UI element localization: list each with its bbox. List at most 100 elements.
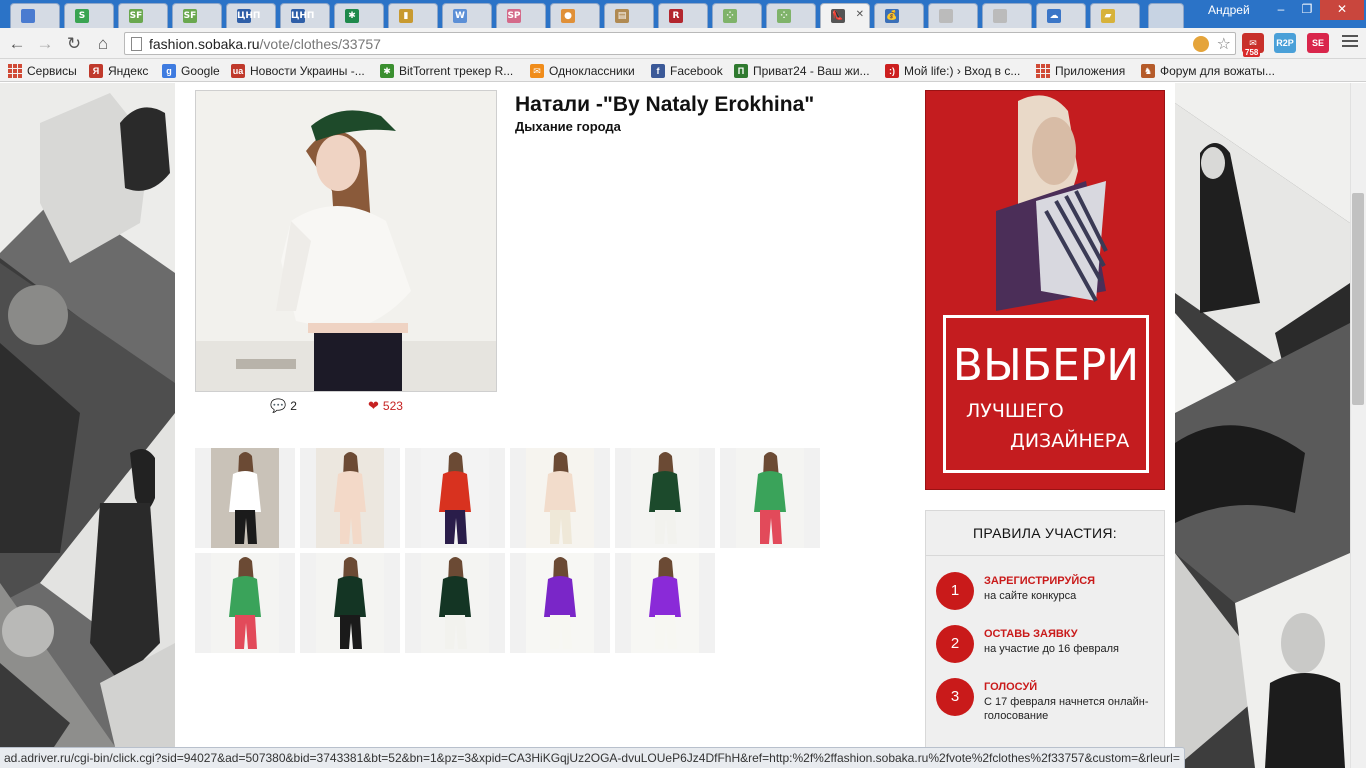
sf-logo-icon: SF bbox=[183, 9, 197, 23]
forward-button[interactable]: → bbox=[34, 33, 56, 55]
bookmark-label: Приложения bbox=[1055, 64, 1126, 78]
orange-icon: ● bbox=[561, 9, 575, 23]
w-logo-icon: W bbox=[453, 9, 467, 23]
likes-counter[interactable]: ❤ 523 bbox=[368, 398, 403, 413]
back-button[interactable]: ← bbox=[6, 33, 28, 55]
close-window-button[interactable]: ✕ bbox=[1320, 0, 1364, 20]
browser-tab[interactable]: SF bbox=[118, 3, 168, 28]
rule-heading[interactable]: ОСТАВЬ ЗАЯВКУ bbox=[984, 628, 1078, 640]
mail-count-badge: 758 bbox=[1243, 48, 1261, 57]
rule-text: С 17 февраля начнется онлайн-голосование bbox=[984, 696, 1149, 722]
browser-tab[interactable]: ЦНП bbox=[280, 3, 330, 28]
new-tab-button[interactable] bbox=[1148, 3, 1184, 28]
gallery-thumbnail[interactable] bbox=[195, 448, 295, 548]
page-icon bbox=[131, 37, 142, 51]
se-icon[interactable]: SE bbox=[1307, 33, 1329, 53]
browser-tab[interactable]: ● bbox=[550, 3, 600, 28]
gallery-thumbnail[interactable] bbox=[405, 553, 505, 653]
gallery-thumbnail[interactable] bbox=[510, 553, 610, 653]
comments-counter[interactable]: 💬 2 bbox=[270, 398, 297, 413]
browser-tab[interactable]: ▤ bbox=[604, 3, 654, 28]
bookmark-item[interactable]: f Facebook bbox=[651, 63, 723, 79]
mail-icon[interactable]: ✉ 758 bbox=[1242, 33, 1264, 57]
browser-tab[interactable]: ⁘ bbox=[712, 3, 762, 28]
extension-icon[interactable] bbox=[1193, 36, 1209, 52]
bookmark-star-icon[interactable]: ☆ bbox=[1217, 34, 1231, 54]
browser-tab[interactable] bbox=[982, 3, 1032, 28]
bookmark-item[interactable]: Приложения bbox=[1036, 63, 1125, 79]
r2p-icon[interactable]: R2P bbox=[1274, 33, 1296, 53]
gallery-thumbnail[interactable] bbox=[300, 448, 400, 548]
r-logo-icon: R bbox=[669, 9, 683, 23]
gallery-thumbnail[interactable] bbox=[405, 448, 505, 548]
rule-item: 2 ОСТАВЬ ЗАЯВКУ на участие до 16 февраля bbox=[936, 625, 1161, 665]
gallery-thumbnail[interactable] bbox=[615, 448, 715, 548]
life-icon: :) bbox=[885, 64, 899, 78]
browser-tab[interactable]: ☁ bbox=[1036, 3, 1086, 28]
page-viewport: Натали -"By Nataly Erokhina" Дыхание гор… bbox=[0, 83, 1366, 768]
bookmark-item[interactable]: ✱ BitTorrent трекер R... bbox=[380, 63, 513, 79]
scrollbar-thumb[interactable] bbox=[1352, 193, 1364, 405]
bookmark-item[interactable]: :) Мой life:) › Вход в с... bbox=[885, 63, 1020, 79]
browser-tab[interactable]: W bbox=[442, 3, 492, 28]
browser-tab[interactable]: S bbox=[64, 3, 114, 28]
browser-tab[interactable]: 💰 bbox=[874, 3, 924, 28]
main-look-photo[interactable] bbox=[195, 90, 497, 392]
dots-icon: ⁘ bbox=[723, 9, 737, 23]
browser-tab[interactable]: SF bbox=[172, 3, 222, 28]
profile-name[interactable]: Андрей bbox=[1208, 3, 1250, 17]
reload-button[interactable]: ↻ bbox=[63, 33, 85, 55]
bookmark-item[interactable]: Я Яндекс bbox=[89, 63, 148, 79]
rule-heading[interactable]: ГОЛОСУЙ bbox=[984, 681, 1037, 693]
facebook-icon: f bbox=[651, 64, 665, 78]
chat-icon bbox=[21, 9, 35, 23]
sf-logo-icon: SF bbox=[129, 9, 143, 23]
maximize-button[interactable]: ❐ bbox=[1294, 0, 1320, 20]
bookmark-item[interactable]: g Google bbox=[162, 63, 220, 79]
vertical-scrollbar[interactable] bbox=[1350, 83, 1366, 768]
gallery-thumbnail[interactable] bbox=[720, 448, 820, 548]
bookmark-item[interactable]: ✉ Одноклассники bbox=[530, 63, 635, 79]
browser-tab[interactable]: SP bbox=[496, 3, 546, 28]
browser-tab[interactable]: 👠 ✕ bbox=[820, 3, 870, 28]
browser-tab[interactable]: ▰ bbox=[1090, 3, 1140, 28]
browser-tab[interactable] bbox=[928, 3, 978, 28]
bookmark-label: Одноклассники bbox=[549, 64, 635, 78]
browser-tab[interactable]: ✱ bbox=[334, 3, 384, 28]
minimize-button[interactable]: – bbox=[1268, 0, 1294, 20]
gallery-thumbnail[interactable] bbox=[615, 553, 715, 653]
banner-line-2: ДИЗАЙНЕРА bbox=[1010, 430, 1130, 452]
browser-tab[interactable]: R bbox=[658, 3, 708, 28]
vote-banner[interactable]: ВЫБЕРИ ЛУЧШЕГО ДИЗАЙНЕРА bbox=[925, 90, 1165, 490]
gallery-thumbnail[interactable] bbox=[195, 553, 295, 653]
privat-icon: П bbox=[734, 64, 748, 78]
bookmark-label: Facebook bbox=[670, 64, 723, 78]
bookmark-label: Форум для вожаты... bbox=[1160, 64, 1275, 78]
zona-icon: ЦНП bbox=[291, 9, 315, 23]
address-bar[interactable]: fashion.sobaka.ru/vote/clothes/33757 ☆ bbox=[124, 32, 1236, 55]
bookmark-item[interactable]: ♞ Форум для вожаты... bbox=[1141, 63, 1275, 79]
bookmark-item[interactable]: П Приват24 - Ваш жи... bbox=[734, 63, 870, 79]
comments-count: 2 bbox=[290, 399, 297, 413]
rule-heading[interactable]: ЗАРЕГИСТРИРУЙСЯ bbox=[984, 575, 1095, 587]
forum-icon: ♞ bbox=[1141, 64, 1155, 78]
mail-icon: ✉ bbox=[530, 64, 544, 78]
browser-tab[interactable]: ▮ bbox=[388, 3, 438, 28]
extension-glyph: ✉ bbox=[1249, 38, 1257, 48]
gallery-thumbnail[interactable] bbox=[510, 448, 610, 548]
comment-icon: 💬 bbox=[270, 398, 287, 413]
browser-tab[interactable]: ⁘ bbox=[766, 3, 816, 28]
sp-logo-icon: SP bbox=[507, 9, 521, 23]
close-tab-icon[interactable]: ✕ bbox=[856, 9, 864, 20]
google-icon: g bbox=[162, 64, 176, 78]
bookmark-item[interactable]: Сервисы bbox=[8, 63, 77, 79]
news-icon: ua bbox=[231, 64, 245, 78]
browser-tab[interactable] bbox=[10, 3, 60, 28]
home-button[interactable]: ⌂ bbox=[92, 33, 114, 55]
browser-tab[interactable]: ЦНП bbox=[226, 3, 276, 28]
rule-item: 3 ГОЛОСУЙ С 17 февраля начнется онлайн-г… bbox=[936, 678, 1161, 722]
gallery-thumbnail[interactable] bbox=[300, 553, 400, 653]
rule-number: 2 bbox=[936, 625, 974, 663]
menu-icon[interactable] bbox=[1342, 35, 1358, 50]
bookmark-item[interactable]: ua Новости Украины -... bbox=[231, 63, 365, 79]
